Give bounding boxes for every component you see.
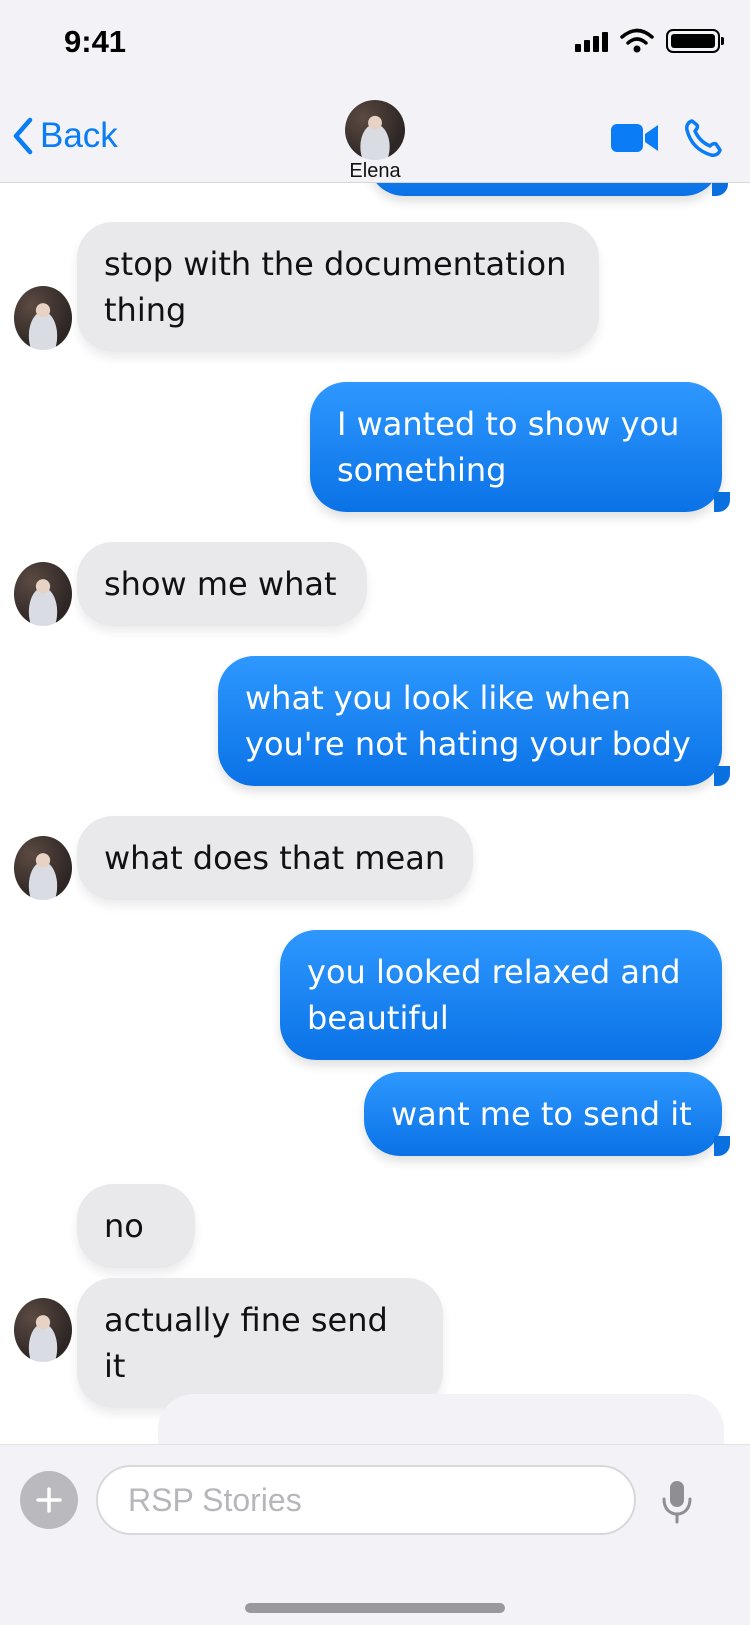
message-text: I wanted to show you something	[337, 405, 680, 489]
message-bubble-partial	[158, 1394, 724, 1444]
header-actions	[610, 118, 722, 158]
message-bubble-received[interactable]: no	[77, 1184, 195, 1268]
cellular-signal-icon	[575, 30, 608, 52]
microphone-button[interactable]	[660, 1479, 694, 1529]
back-button[interactable]: Back	[10, 116, 118, 156]
sender-avatar	[14, 1298, 72, 1362]
message-bubble-partial	[368, 182, 728, 196]
status-icons	[575, 28, 724, 54]
message-bubble-received[interactable]: stop with the documentation thing	[77, 222, 599, 352]
chevron-left-icon	[13, 117, 33, 155]
sender-avatar	[14, 836, 72, 900]
contact-name: Elena	[349, 160, 401, 182]
message-text: you looked relaxed and beautiful	[307, 953, 681, 1037]
message-bubble-sent[interactable]: want me to send it	[364, 1072, 730, 1156]
back-label: Back	[40, 116, 118, 155]
message-bubble-sent[interactable]: I wanted to show you something	[310, 382, 730, 512]
battery-icon	[666, 29, 724, 53]
phone-icon[interactable]	[684, 118, 722, 158]
message-bubble-received[interactable]: show me what	[77, 542, 367, 626]
wifi-icon	[620, 28, 654, 53]
navigation-header: 9:41 Back Elena	[0, 0, 750, 183]
contact-info[interactable]: Elena	[320, 100, 430, 183]
add-attachment-button[interactable]	[20, 1471, 78, 1529]
message-bubble-sent[interactable]: what you look like when you're not hatin…	[218, 656, 730, 786]
message-bubble-sent[interactable]: you looked relaxed and beautiful	[280, 930, 722, 1060]
message-bubble-received[interactable]: what does that mean	[77, 816, 473, 900]
sender-avatar	[14, 562, 72, 626]
status-time: 9:41	[64, 24, 127, 59]
contact-avatar	[345, 100, 405, 160]
microphone-icon	[662, 1481, 692, 1524]
message-text: want me to send it	[391, 1095, 692, 1133]
home-indicator[interactable]	[245, 1603, 505, 1613]
message-thread[interactable]: stop with the documentation thing I want…	[0, 182, 750, 1444]
message-composer	[0, 1444, 750, 1625]
sender-avatar	[14, 286, 72, 350]
message-text: what you look like when you're not hatin…	[245, 679, 691, 763]
video-camera-icon[interactable]	[610, 122, 660, 154]
message-bubble-received[interactable]: actually fine send it	[77, 1278, 443, 1408]
plus-icon	[36, 1487, 62, 1513]
message-input[interactable]	[96, 1465, 636, 1535]
